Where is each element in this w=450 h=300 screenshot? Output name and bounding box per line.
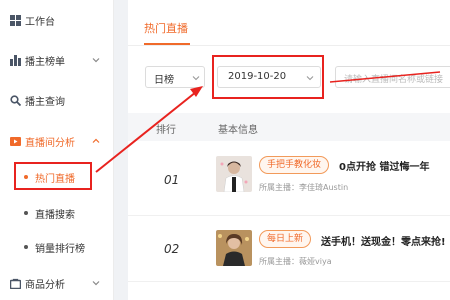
table-row[interactable]: 01 手把手教化妆 0点开抢 错过悔一年 所属主播：李佳琦Austin — [128, 150, 450, 216]
host-name: 所属主播：李佳琦Austin — [259, 183, 349, 192]
bullet-dot — [24, 245, 28, 249]
rank-number: 02 — [164, 242, 180, 256]
sidebar: 工作台 播主榜单 播主查询 直播间分析 热门直播 直播搜索 销量排行榜 商品分析 — [0, 0, 114, 300]
search-placeholder: 请输入直播间名称或链接 — [344, 75, 444, 85]
live-tag: 每日上新 — [259, 230, 312, 248]
annotation-box-date — [212, 55, 324, 99]
chevron-down-icon — [92, 281, 100, 286]
annotation-box-hot-live — [14, 162, 92, 190]
table-header: 排行 基本信息 — [128, 113, 450, 141]
live-thumbnail[interactable] — [216, 156, 252, 192]
sidebar-item-workbench[interactable]: 工作台 — [0, 8, 114, 32]
sidebar-item-anchor-search[interactable]: 播主查询 — [0, 88, 114, 112]
sidebar-subitem-live-search[interactable]: 直播搜索 — [0, 202, 114, 224]
sidebar-item-label: 播主查询 — [25, 96, 65, 108]
period-select-value: 日榜 — [154, 75, 174, 86]
dashboard-icon — [9, 14, 21, 26]
live-room-search-input[interactable]: 请输入直播间名称或链接 — [335, 66, 450, 88]
main-panel: 热门直播 日榜 2019-10-20 请输入直播间名称或链接 排行 基本信息 0… — [128, 0, 450, 300]
live-thumbnail[interactable] — [216, 230, 252, 266]
sidebar-item-anchor-ranking[interactable]: 播主榜单 — [0, 48, 114, 72]
sidebar-subitem-sales-ranking[interactable]: 销量排行榜 — [0, 236, 114, 258]
chevron-down-icon — [192, 76, 200, 81]
table-row[interactable]: 02 每日上新 送手机！送现金！零点来抢! 所属主播：薇娅viya — [128, 216, 450, 282]
goods-icon — [9, 277, 21, 289]
bar-chart-icon — [9, 54, 21, 66]
sidebar-item-live-analysis[interactable]: 直播间分析 — [0, 129, 114, 153]
chevron-up-icon — [92, 138, 100, 143]
bullet-dot — [24, 211, 28, 215]
rank-number: 01 — [164, 173, 180, 187]
chevron-down-icon — [92, 58, 100, 63]
sidebar-item-goods-analysis[interactable]: 商品分析 — [0, 271, 114, 295]
host-name: 所属主播：薇娅viya — [259, 257, 332, 266]
search-icon — [9, 94, 21, 106]
live-title[interactable]: 0点开抢 错过悔一年 — [339, 158, 429, 173]
column-header-info: 基本信息 — [218, 125, 258, 136]
live-title[interactable]: 送手机！送现金！零点来抢! — [321, 233, 446, 248]
sidebar-subitem-label: 销量排行榜 — [35, 244, 85, 255]
sidebar-item-label: 商品分析 — [25, 279, 65, 291]
sidebar-item-label: 工作台 — [25, 16, 55, 28]
video-analysis-icon — [9, 135, 21, 147]
sidebar-subitem-label: 直播搜索 — [35, 210, 75, 221]
tab-hot-live[interactable]: 热门直播 — [144, 20, 188, 36]
sidebar-item-label: 播主榜单 — [25, 56, 65, 68]
live-tag: 手把手教化妆 — [259, 156, 330, 174]
tab-divider — [128, 45, 450, 46]
column-header-rank: 排行 — [156, 125, 176, 136]
tab-active-indicator — [144, 43, 190, 45]
sidebar-item-label: 直播间分析 — [25, 137, 75, 149]
period-select[interactable]: 日榜 — [145, 66, 205, 88]
